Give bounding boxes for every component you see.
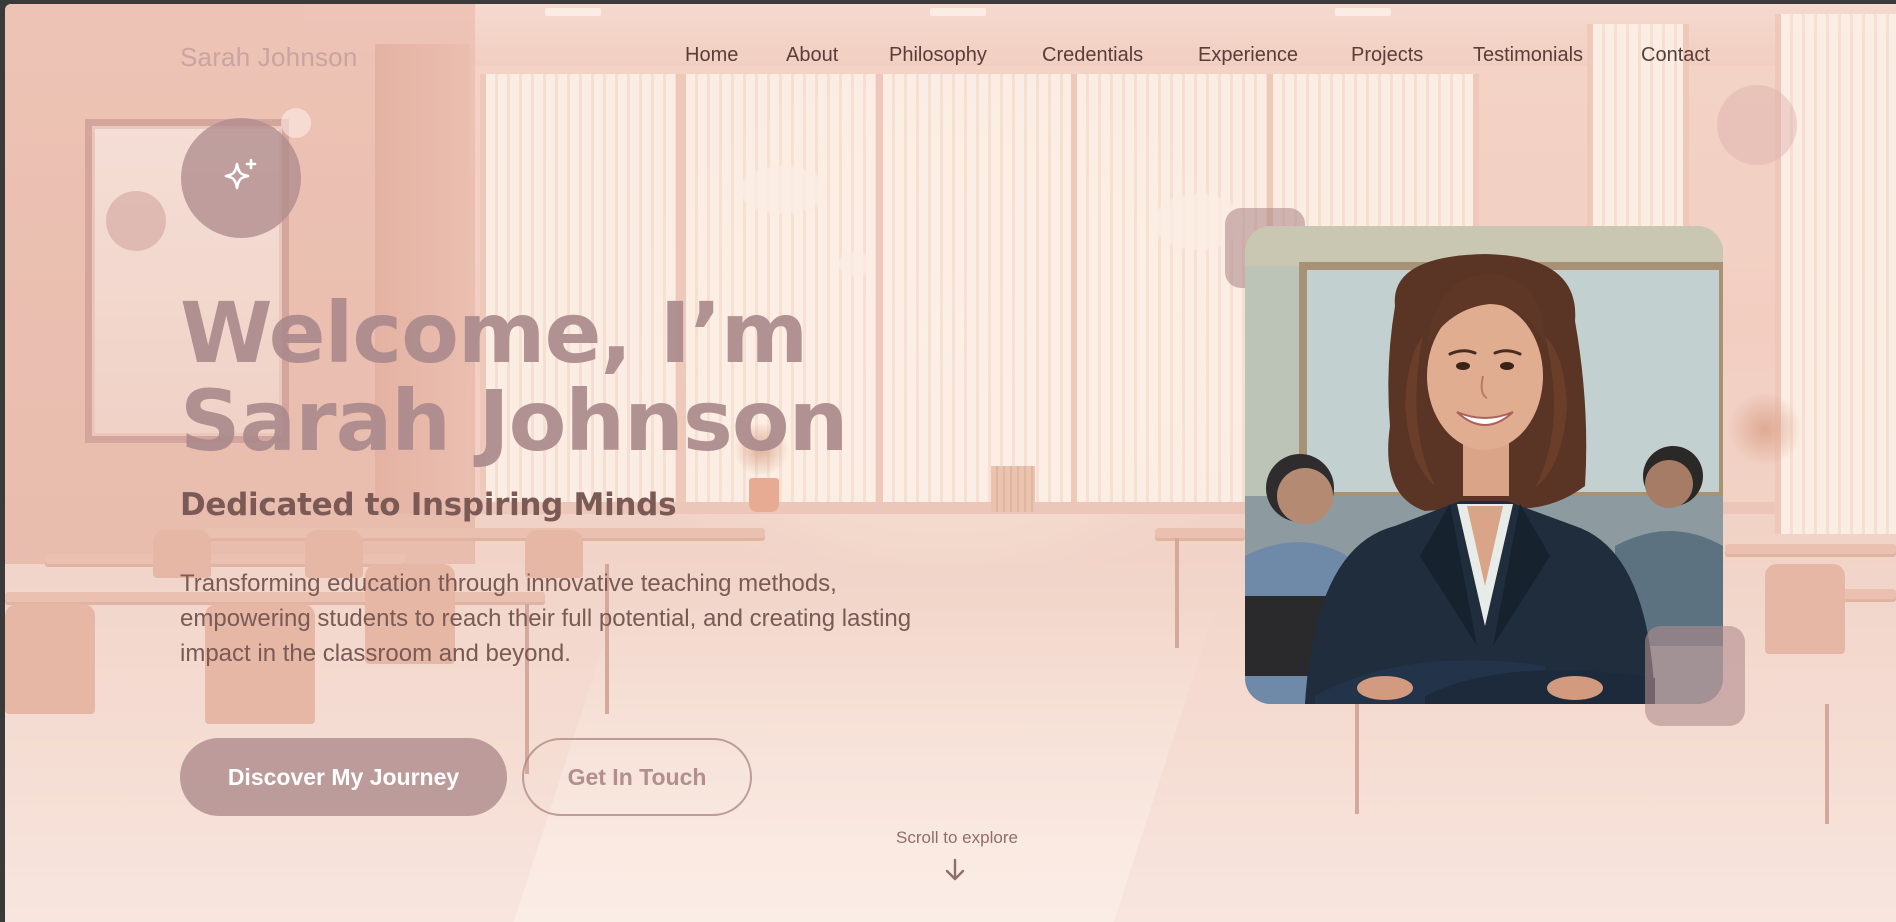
cloud — [838, 252, 870, 276]
plant — [1725, 394, 1805, 464]
desk-leg — [1355, 704, 1359, 814]
page-frame: Sarah Johnson Home About Philosophy Cred… — [5, 4, 1896, 922]
main-nav: Home About Philosophy Credentials Experi… — [5, 44, 1725, 74]
nav-link-about[interactable]: About — [786, 44, 838, 67]
scroll-hint[interactable]: Scroll to explore — [877, 828, 1037, 848]
desk-leg — [1175, 538, 1179, 648]
arrow-down-icon[interactable] — [941, 858, 969, 882]
cloud — [740, 166, 826, 214]
decorative-circle — [106, 191, 166, 251]
window — [1775, 14, 1896, 534]
sparkles-badge — [181, 118, 301, 238]
hero-description: Transforming education through innovativ… — [180, 570, 912, 667]
chair — [1765, 564, 1845, 654]
ceiling-light — [930, 8, 986, 16]
get-in-touch-button[interactable]: Get In Touch — [522, 738, 752, 816]
desk-leg — [53, 604, 57, 714]
nav-link-experience[interactable]: Experience — [1198, 44, 1298, 67]
books — [991, 466, 1035, 512]
nav-link-testimonials[interactable]: Testimonials — [1473, 44, 1583, 67]
desk — [1725, 544, 1896, 554]
nav-link-projects[interactable]: Projects — [1351, 44, 1423, 67]
hero-subtitle: Dedicated to Inspiring Minds — [180, 487, 677, 523]
desk — [45, 554, 405, 564]
hero-title-line2: Sarah Johnson — [180, 372, 848, 470]
nav-link-philosophy[interactable]: Philosophy — [889, 44, 987, 67]
decorative-circle — [281, 108, 311, 138]
desk — [205, 528, 765, 538]
hero-title-line1: Welcome, I’m — [180, 284, 808, 382]
ceiling-light — [1335, 8, 1391, 16]
decorative-square — [1645, 626, 1745, 726]
nav-link-credentials[interactable]: Credentials — [1042, 44, 1143, 67]
sparkles-icon — [224, 158, 257, 190]
plant-pot — [749, 478, 779, 512]
nav-link-home[interactable]: Home — [685, 44, 738, 67]
desk — [1155, 528, 1245, 538]
nav-link-contact[interactable]: Contact — [1641, 44, 1710, 67]
decorative-circle — [1717, 85, 1797, 165]
chair — [5, 604, 95, 714]
ceiling-light — [545, 8, 601, 16]
desk-leg — [1825, 704, 1829, 824]
window — [1071, 74, 1273, 504]
discover-journey-button[interactable]: Discover My Journey — [180, 738, 507, 816]
desk — [1765, 589, 1896, 599]
hero-title: Welcome, I’m Sarah Johnson — [180, 289, 940, 465]
